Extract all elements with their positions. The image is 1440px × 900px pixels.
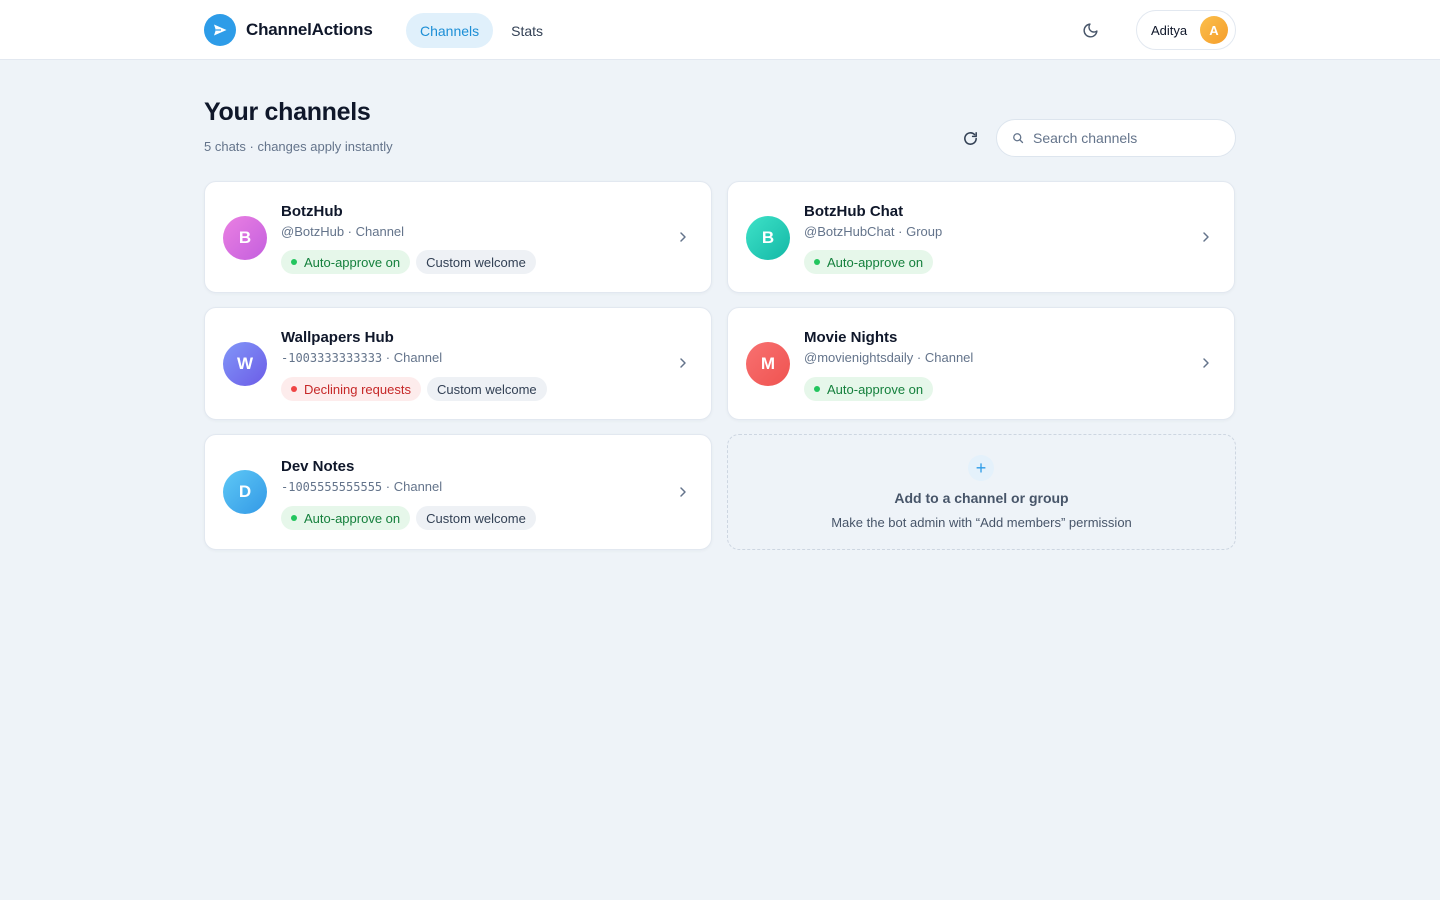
- tab-stats[interactable]: Stats: [497, 13, 557, 48]
- brand[interactable]: ChannelActions: [204, 14, 373, 46]
- channel-avatar: B: [223, 216, 267, 260]
- channel-avatar: M: [746, 342, 790, 386]
- custom-welcome-badge: Custom welcome: [426, 377, 547, 401]
- channel-meta: @BotzHub · Channel: [281, 224, 405, 239]
- add-channel-hint: Make the bot admin with “Add members” pe…: [831, 515, 1132, 530]
- channel-type: Group: [906, 224, 943, 239]
- channel-type: Channel: [393, 350, 443, 365]
- search-icon: [1013, 133, 1024, 144]
- channel-meta: @BotzHubChat · Group: [804, 224, 943, 239]
- channel-handle: @BotzHubChat: [804, 224, 895, 239]
- app-name: ChannelActions: [246, 20, 373, 39]
- channel-card[interactable]: D Dev Notes -1005555555555 · Channel Aut…: [204, 434, 712, 550]
- add-channel-card[interactable]: + Add to a channel or group Make the bot…: [727, 434, 1236, 550]
- search-box[interactable]: [996, 119, 1236, 157]
- page-subtitle: 5 chats · changes apply instantly: [204, 139, 393, 154]
- channel-name: Dev Notes: [281, 458, 355, 475]
- status-badge: Auto-approve on: [281, 506, 411, 530]
- channel-avatar: D: [223, 470, 267, 514]
- status-label: Auto-approve on: [827, 381, 924, 397]
- badge-row: Auto-approve on Custom welcome: [281, 250, 536, 274]
- plus-icon: +: [968, 455, 994, 481]
- channel-type: Channel: [393, 479, 443, 494]
- status-label: Auto-approve on: [827, 254, 924, 270]
- status-badge: Auto-approve on: [804, 377, 934, 401]
- top-bar: ChannelActions Channels Stats Aditya A: [0, 0, 1440, 60]
- chevron-right-icon: [680, 358, 686, 368]
- channel-type: Channel: [355, 224, 405, 239]
- user-menu-button[interactable]: Aditya A: [1136, 10, 1236, 50]
- avatar: A: [1200, 16, 1228, 44]
- channel-card[interactable]: W Wallpapers Hub -1003333333333 · Channe…: [204, 307, 712, 420]
- channel-meta: @movienightsdaily · Channel: [804, 350, 974, 365]
- status-badge: Declining requests: [281, 377, 421, 401]
- badge-row: Declining requests Custom welcome: [281, 377, 547, 401]
- channel-card[interactable]: M Movie Nights @movienightsdaily · Chann…: [727, 307, 1235, 420]
- theme-toggle-button[interactable]: [1077, 17, 1103, 43]
- channel-avatar: B: [746, 216, 790, 260]
- moon-icon: [1083, 22, 1098, 37]
- status-label: Auto-approve on: [304, 254, 401, 270]
- channel-card[interactable]: B BotzHub @BotzHub · Channel Auto-approv…: [204, 181, 712, 293]
- status-dot: [291, 259, 297, 265]
- channel-handle: @movienightsdaily: [804, 350, 914, 365]
- status-label: Auto-approve on: [304, 510, 401, 526]
- badge-row: Auto-approve on Custom welcome: [281, 506, 536, 530]
- chevron-right-icon: [1203, 358, 1209, 368]
- custom-welcome-badge: Custom welcome: [416, 506, 536, 530]
- refresh-button[interactable]: [958, 126, 982, 150]
- badge-row: Auto-approve on: [804, 377, 934, 401]
- channel-type: Channel: [924, 350, 974, 365]
- refresh-icon: [963, 131, 977, 145]
- tab-channels[interactable]: Channels: [406, 13, 494, 48]
- channel-meta: -1003333333333 · Channel: [281, 350, 443, 365]
- channel-handle: -1005555555555: [281, 480, 383, 494]
- channel-card[interactable]: B BotzHub Chat @BotzHubChat · Group Auto…: [727, 181, 1235, 293]
- channel-meta: -1005555555555 · Channel: [281, 479, 443, 494]
- status-dot: [291, 515, 297, 521]
- custom-welcome-badge: Custom welcome: [416, 250, 536, 274]
- channel-name: Wallpapers Hub: [281, 329, 394, 346]
- chevron-right-icon: [680, 487, 686, 497]
- channel-handle: @BotzHub: [281, 224, 345, 239]
- status-dot: [291, 386, 297, 392]
- chevron-right-icon: [1203, 232, 1209, 242]
- channel-name: BotzHub Chat: [804, 203, 904, 220]
- status-dot: [814, 259, 820, 265]
- channel-name: BotzHub: [281, 203, 343, 220]
- channel-avatar: W: [223, 342, 267, 386]
- status-badge: Auto-approve on: [804, 250, 934, 274]
- paper-plane-icon: [204, 14, 236, 46]
- main-nav: Channels Stats: [406, 13, 557, 48]
- page-title: Your channels: [204, 98, 371, 126]
- chevron-right-icon: [680, 232, 686, 242]
- status-dot: [814, 386, 820, 392]
- search-input[interactable]: [1033, 130, 1223, 146]
- channel-handle: -1003333333333: [281, 351, 383, 365]
- add-channel-title: Add to a channel or group: [894, 490, 1069, 506]
- badge-row: Auto-approve on: [804, 250, 934, 274]
- channel-name: Movie Nights: [804, 329, 898, 346]
- status-badge: Auto-approve on: [281, 250, 411, 274]
- status-label: Declining requests: [304, 381, 411, 397]
- user-name: Aditya: [1151, 22, 1188, 38]
